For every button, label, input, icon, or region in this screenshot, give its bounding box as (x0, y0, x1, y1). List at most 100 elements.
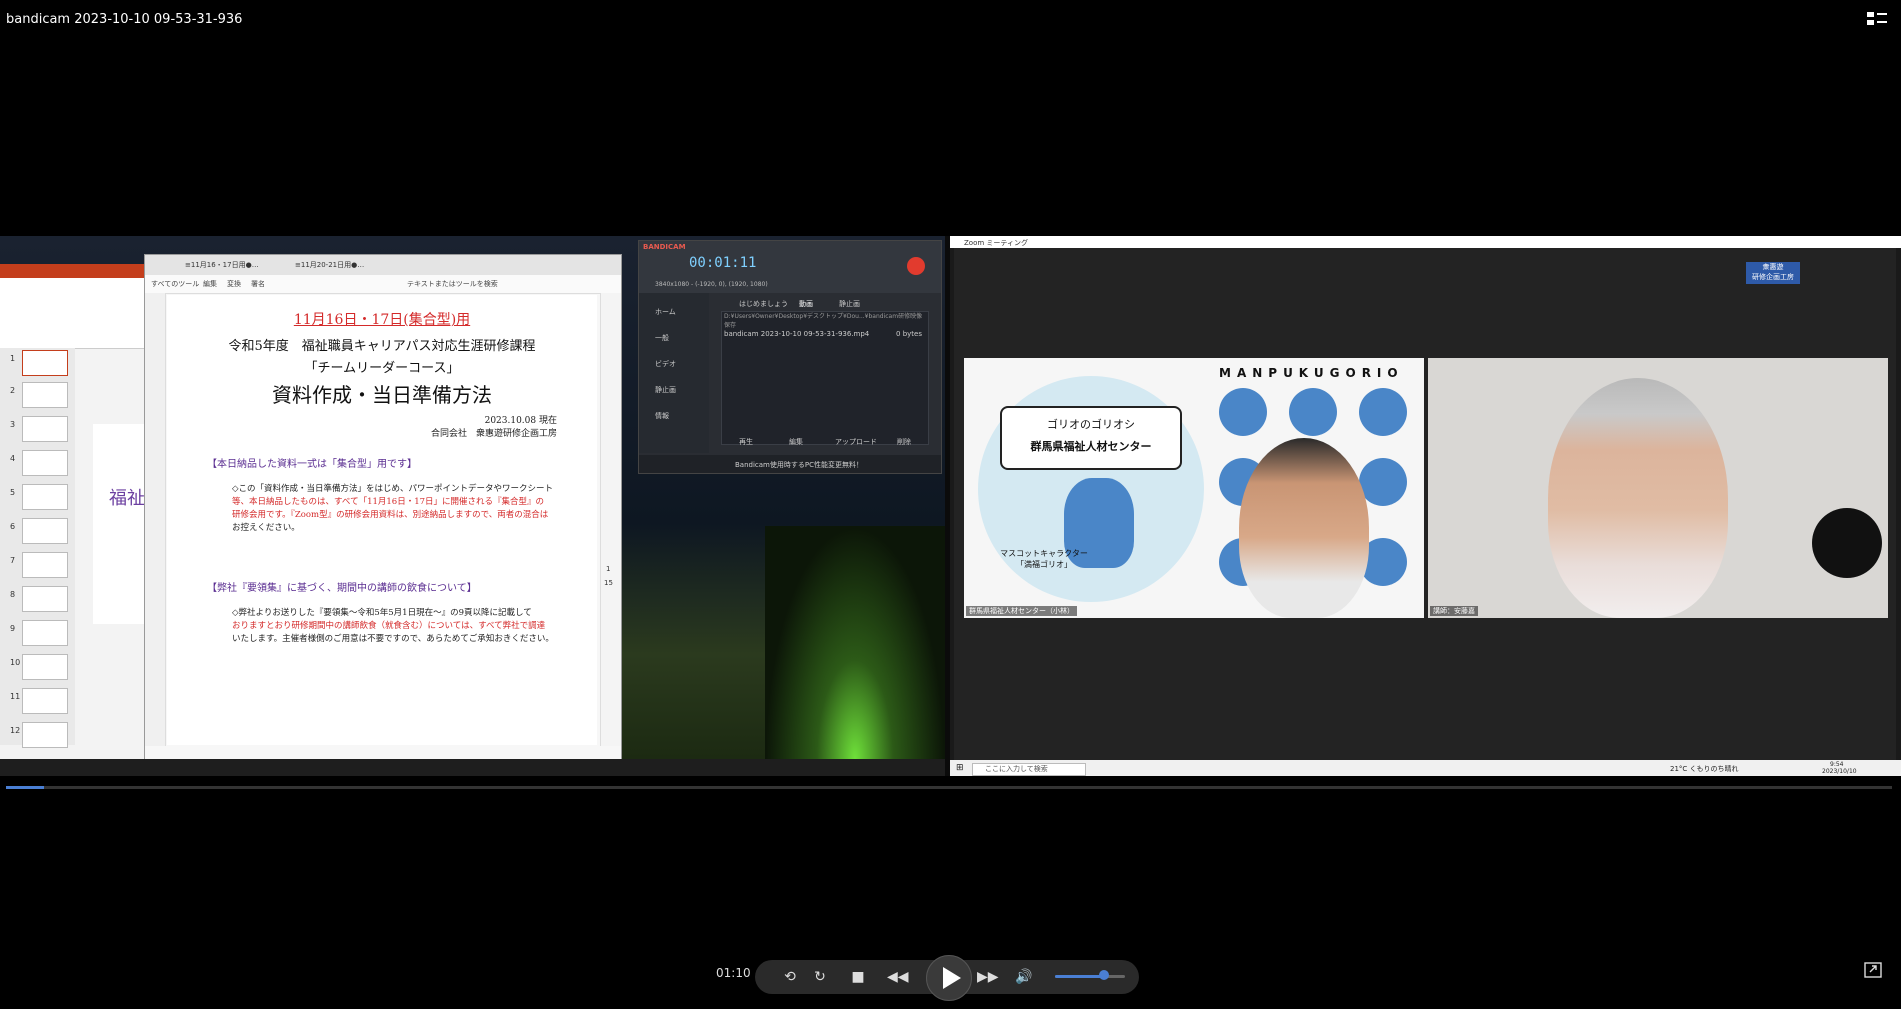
clock-time[interactable]: 9:54 (1830, 761, 1843, 768)
slide-thumb[interactable] (22, 518, 68, 544)
taskbar-search-input[interactable]: ここに入力して検索 (972, 763, 1086, 776)
menu-edit[interactable]: 編集 (203, 279, 217, 289)
capture-resolution: 3840x1080 - (-1920, 0), (1920, 1080) (655, 281, 768, 288)
slide-thumb[interactable] (22, 416, 68, 442)
delete-button[interactable]: 削除 (897, 437, 911, 447)
pdf-left-toolbar[interactable] (145, 293, 166, 746)
footer-banner[interactable]: Bandicam使用時するPC性能変更無料！ (735, 460, 863, 470)
host-badge: 衆惠遊 研修企画工房 (1746, 262, 1800, 284)
file-name[interactable]: bandicam 2023-10-10 09-53-31-936.mp4 (724, 330, 869, 338)
ppt-thumbnail-pane[interactable]: 1 2 3 4 5 6 7 8 9 10 11 12 (0, 348, 75, 748)
badge-line: 衆惠遊 (1762, 263, 1784, 271)
slide-thumb[interactable] (22, 586, 68, 612)
file-size: 0 bytes (896, 330, 922, 338)
clock-date[interactable]: 2023/10/10 (1822, 768, 1857, 775)
stop-record-button[interactable] (907, 257, 925, 275)
para-line: お控えください。 (232, 523, 300, 533)
slide-thumb[interactable] (22, 552, 68, 578)
para-line: おりますとおり研修期間中の講師飲食（就食含む）については、すべて弊社で調達 (232, 621, 546, 631)
video-frame: 1 2 3 4 5 6 7 8 9 10 11 12 福祉 ≡11月16・17日… (0, 236, 1901, 776)
ppt-ribbon (0, 278, 150, 349)
volume-icon[interactable]: 🔊 (1015, 968, 1033, 986)
thumb-number: 8 (10, 590, 16, 599)
participant-2-video (1548, 378, 1728, 618)
gorilla-icon (1219, 388, 1267, 436)
thumb-number: 4 (10, 454, 16, 463)
ab-repeat-icon[interactable]: ⟲ (781, 968, 799, 986)
thumb-number: 7 (10, 556, 16, 565)
nav-general[interactable]: 一般 (655, 333, 669, 343)
video-tile-2[interactable]: 講師：安藤嘉 (1428, 358, 1888, 618)
video-tile-1[interactable]: ゴリオのゴリオシ 群馬県福祉人材センター マスコットキャラクター 「満福ゴリオ」… (964, 358, 1424, 618)
fullscreen-icon[interactable] (1864, 962, 1882, 978)
slide-heading: 福祉 (109, 488, 145, 509)
tab-get-started[interactable]: はじめましょう (739, 299, 788, 309)
pdf-page: 11月16日・17日(集合型)用 令和5年度 福祉職員キャリアパス対応生涯研修課… (167, 295, 597, 745)
menu-convert[interactable]: 変換 (227, 279, 241, 289)
manpuku-heading: MANPUKUGORIO (1219, 366, 1404, 380)
tab-document-2[interactable]: ≡11月20-21日用●… (295, 260, 364, 270)
slide-thumb[interactable] (22, 688, 68, 714)
participant-2-label: 講師：安藤嘉 (1430, 606, 1478, 616)
mascot-caption: マスコットキャラクター 「満福ゴリオ」 (994, 548, 1094, 570)
stop-icon[interactable]: ■ (849, 968, 867, 986)
gorilla-icon (1359, 388, 1407, 436)
zoom-window: Zoom ミーティング 衆惠遊 研修企画工房 ゴリオのゴリオシ 群馬県福祉人材セ… (950, 236, 1901, 776)
doc-course: 「チームリーダーコース」 (304, 361, 460, 376)
current-time: 01:10 (716, 966, 751, 980)
nav-home[interactable]: ホーム (655, 307, 676, 317)
slide-thumb[interactable] (22, 484, 68, 510)
fast-forward-icon[interactable]: ▶▶ (977, 968, 999, 986)
taskbar-left (0, 759, 945, 776)
paragraph-1: ◇この「資料作成・当日準備方法」をはじめ、パワーポイントデータやワークシート 等… (232, 483, 572, 535)
slide-thumb[interactable] (22, 722, 68, 748)
paragraph-2: ◇弊社よりお送りした『要領集～令和5年5月1日現在～』の9頁以降に記載して おり… (232, 607, 572, 646)
tab-video[interactable]: 動画 (799, 299, 813, 309)
thumb-number: 6 (10, 522, 16, 531)
weather-widget[interactable]: 21°C くもりのち晴れ (1670, 764, 1739, 774)
menu-sign[interactable]: 署名 (251, 279, 265, 289)
powerpoint-window: 1 2 3 4 5 6 7 8 9 10 11 12 福祉 (0, 264, 150, 759)
caption-line: 「満福ゴリオ」 (1016, 560, 1072, 569)
menu-all-tools[interactable]: すべてのツール (151, 279, 199, 289)
play-button[interactable] (926, 955, 972, 1001)
seek-bar[interactable] (6, 786, 1892, 789)
gorilla-icon (1289, 388, 1337, 436)
edit-button[interactable]: 編集 (789, 437, 803, 447)
tab-document-1[interactable]: ≡11月16・17日用●… (185, 260, 259, 270)
bandicam-footer: Bandicam使用時するPC性能変更無料！ (639, 455, 941, 473)
file-list[interactable]: D:¥Users¥Owner¥Desktop¥デスクトップ¥Dou...¥ban… (721, 311, 929, 445)
playlist-icon[interactable] (1867, 10, 1887, 28)
loop-icon[interactable]: ↻ (811, 968, 829, 986)
slide-thumb[interactable] (22, 620, 68, 646)
nav-video[interactable]: ビデオ (655, 359, 676, 369)
seek-bar-fill (6, 786, 44, 789)
gorilla-icon (1359, 458, 1407, 506)
para-line: ◇この「資料作成・当日準備方法」をはじめ、パワーポイントデータやワークシート (232, 484, 554, 494)
upload-button[interactable]: アップロード (835, 437, 877, 447)
tool-search[interactable]: テキストまたはツールを検索 (407, 279, 498, 289)
nav-image[interactable]: 静止画 (655, 385, 676, 395)
start-icon[interactable]: ⊞ (956, 763, 964, 773)
slide-thumb[interactable] (22, 654, 68, 680)
volume-slider-knob[interactable] (1099, 970, 1109, 980)
rewind-icon[interactable]: ◀◀ (887, 968, 909, 986)
pdf-right-toolbar[interactable]: 1 15 (600, 293, 621, 746)
sign-line: 群馬県福祉人材センター (1030, 440, 1152, 453)
pdf-tab-bar: ≡11月16・17日用●… ≡11月20-21日用●… (145, 255, 621, 275)
aurora-wallpaper (765, 526, 945, 759)
mascot-sign: ゴリオのゴリオシ 群馬県福祉人材センター (1000, 406, 1182, 470)
slide-thumb[interactable] (22, 450, 68, 476)
ppt-slide-canvas[interactable]: 福祉 (93, 424, 150, 624)
tab-image[interactable]: 静止画 (839, 299, 860, 309)
play-button[interactable]: 再生 (739, 437, 753, 447)
sign-line: ゴリオのゴリオシ (1047, 418, 1135, 431)
page-indicator[interactable]: 1 (606, 565, 610, 573)
window-title: bandicam 2023-10-10 09-53-31-936 (6, 12, 243, 27)
play-icon (943, 967, 961, 989)
pdf-viewer-window: ≡11月16・17日用●… ≡11月20-21日用●… すべてのツール 編集 変… (144, 254, 622, 761)
slide-thumb[interactable] (22, 382, 68, 408)
bandicam-window: BANDICAM 00:01:11 3840x1080 - (-1920, 0)… (638, 240, 942, 474)
slide-thumb[interactable] (22, 350, 68, 376)
nav-about[interactable]: 情報 (655, 411, 669, 421)
